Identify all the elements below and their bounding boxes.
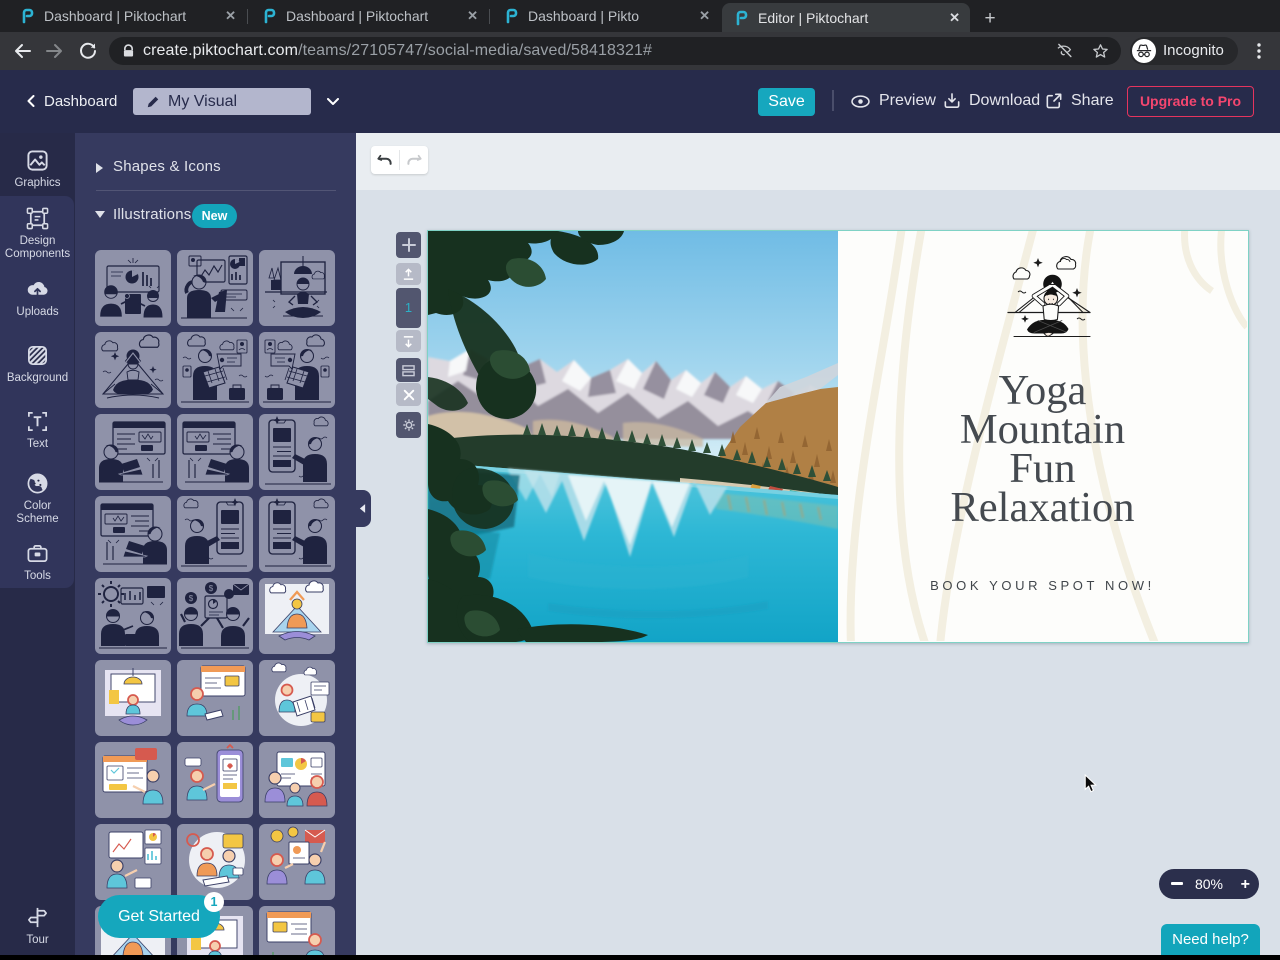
- svg-text:$: $: [209, 584, 214, 593]
- svg-text:$: $: [189, 594, 194, 603]
